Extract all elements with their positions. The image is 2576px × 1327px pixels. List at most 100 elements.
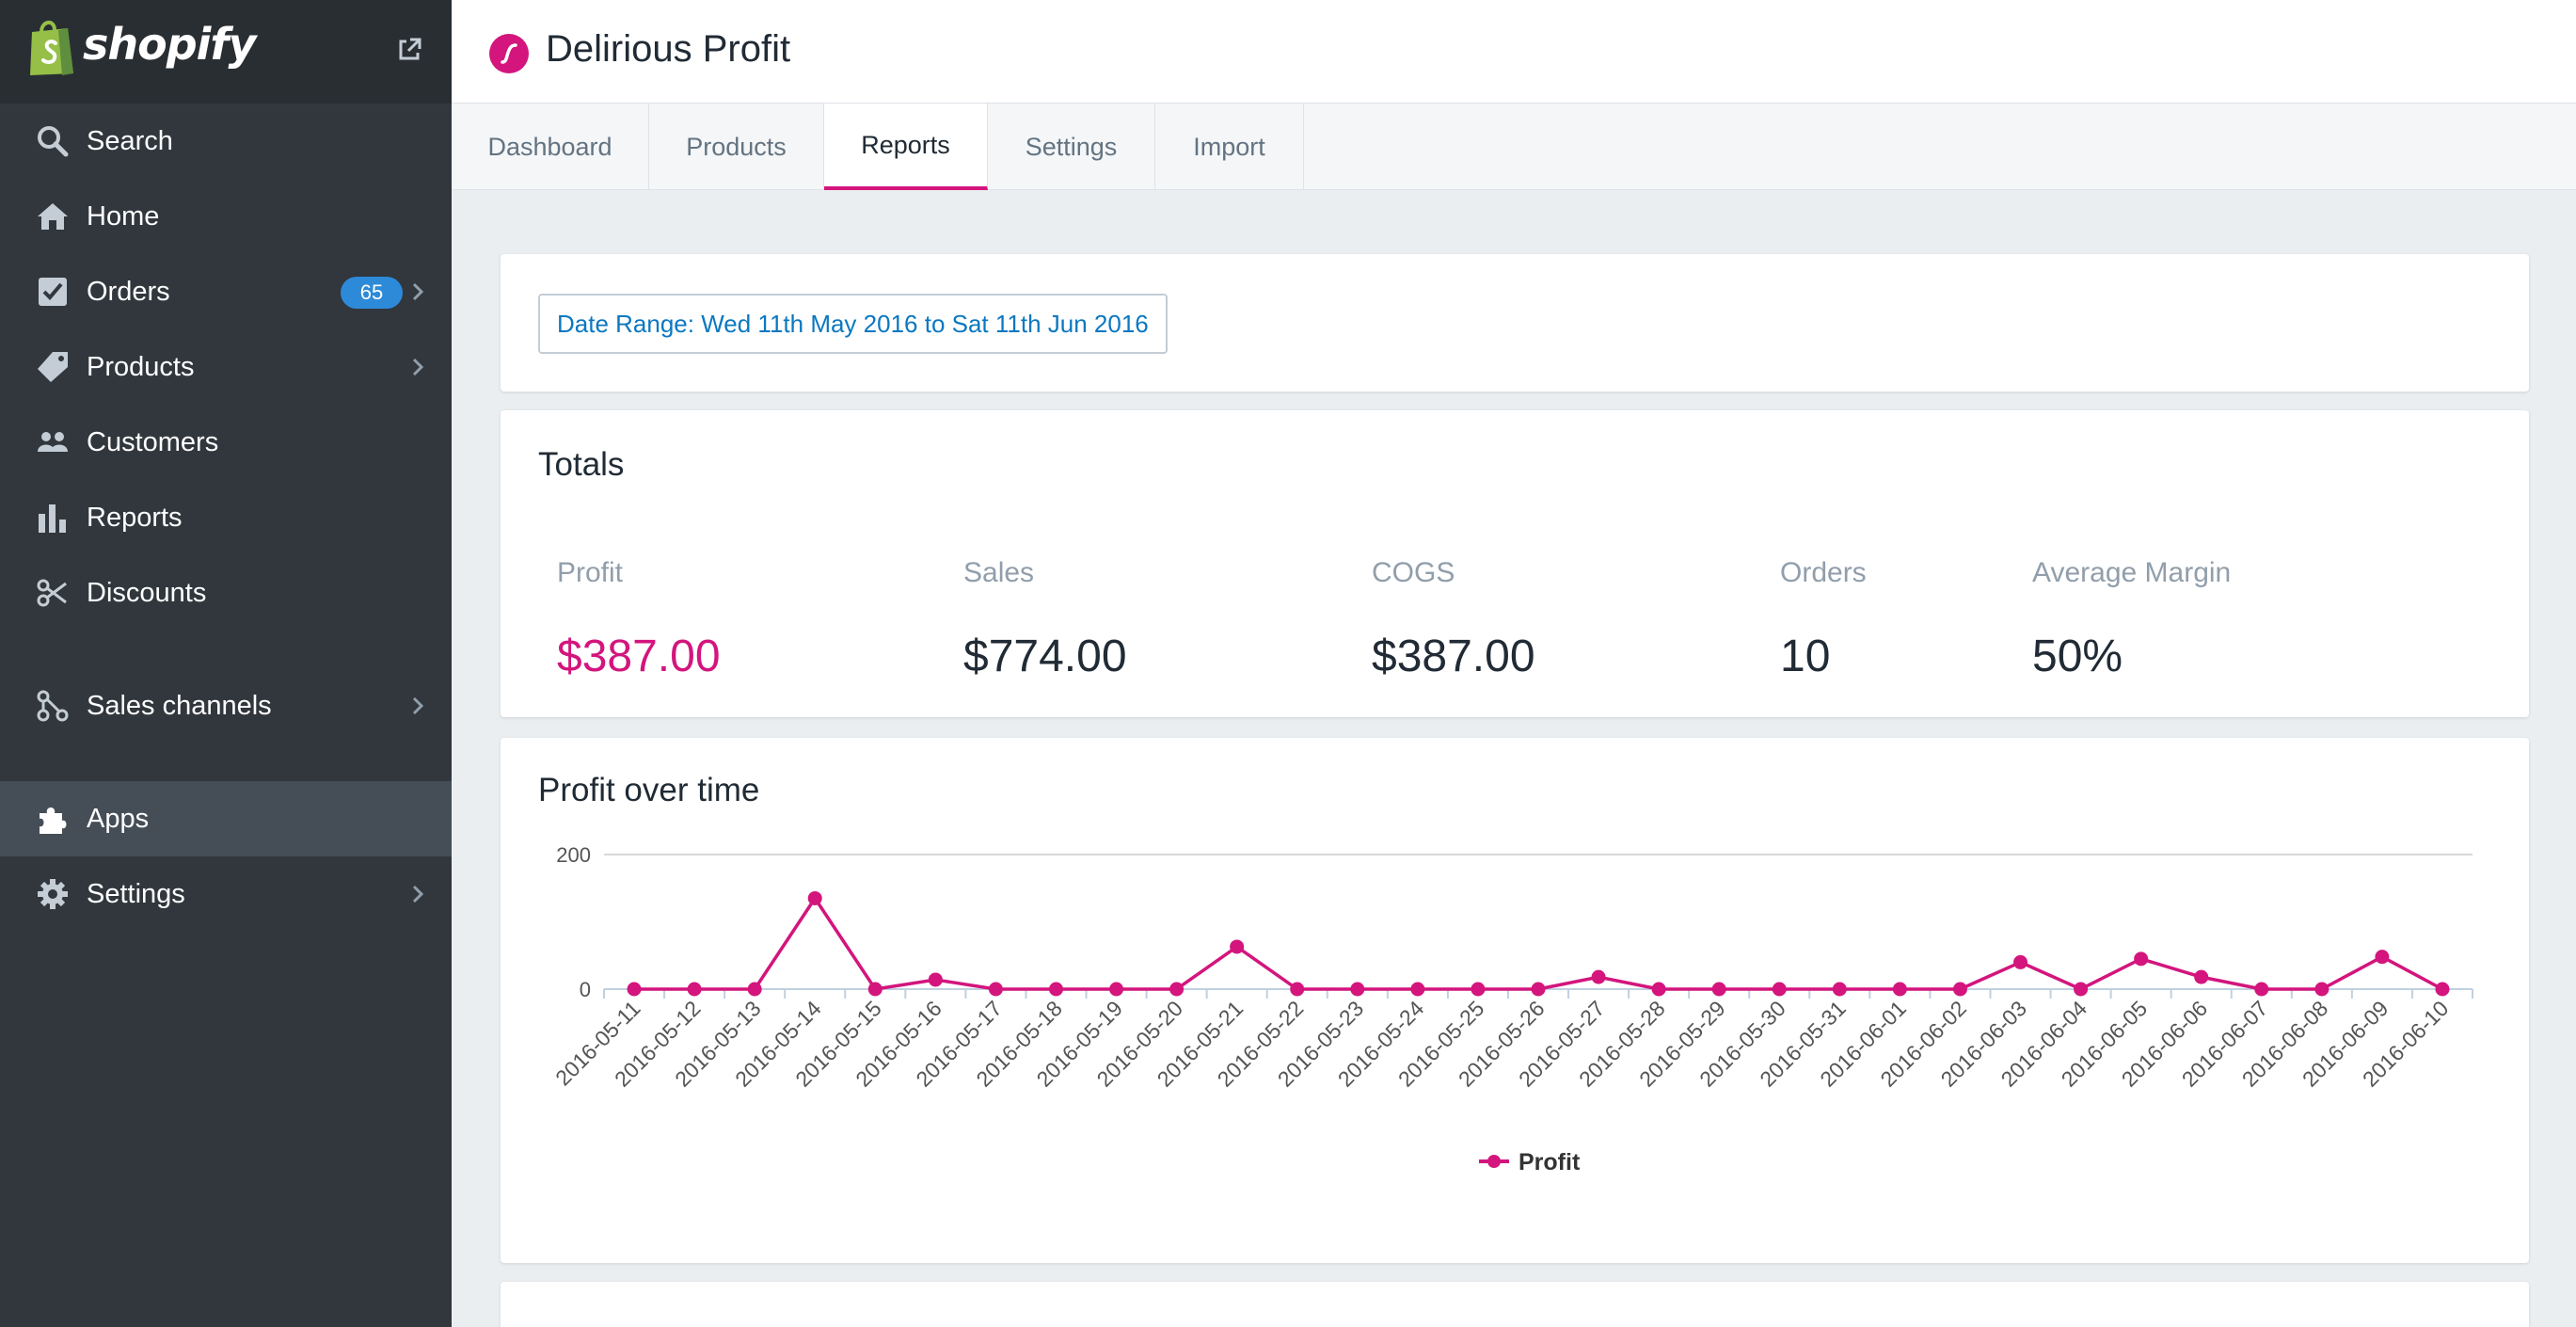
- sales-value: $774.00: [963, 632, 1127, 681]
- home-icon: [38, 203, 68, 230]
- data-point: [1651, 982, 1666, 997]
- tag-icon: [38, 352, 68, 382]
- sidebar-item-label: Search: [87, 125, 173, 156]
- chart-legend[interactable]: Profit: [1479, 1149, 1581, 1175]
- data-point: [1591, 969, 1606, 984]
- delirious-profit-app-icon: [489, 34, 529, 73]
- y-tick-label: 200: [556, 843, 591, 867]
- data-point: [1230, 939, 1245, 954]
- app-logo-icon: [501, 43, 517, 64]
- data-point: [2254, 982, 2269, 997]
- data-point: [1350, 982, 1365, 997]
- cogs-value: $387.00: [1372, 632, 1535, 681]
- tab-dashboard[interactable]: Dashboard: [452, 104, 649, 190]
- tab-bar: Dashboard Products Reports Settings Impo…: [452, 104, 2576, 190]
- sidebar-item-label: Orders: [87, 276, 170, 307]
- app-header: Delirious Profit: [452, 0, 2576, 104]
- sidebar-item-customers[interactable]: Customers: [0, 405, 452, 480]
- tab-products[interactable]: Products: [649, 104, 824, 190]
- data-point: [2074, 982, 2089, 997]
- reports-icon: [39, 504, 66, 533]
- tab-settings[interactable]: Settings: [988, 104, 1155, 190]
- orders-label: Orders: [1780, 557, 1867, 588]
- data-point: [1048, 982, 1063, 997]
- legend-label: Profit: [1519, 1149, 1581, 1175]
- chevron-right-icon: [412, 885, 424, 903]
- chevron-right-icon: [412, 696, 424, 715]
- y-axis-ticks: 0 200: [556, 843, 591, 1001]
- data-point: [807, 890, 822, 905]
- data-point: [1772, 982, 1787, 997]
- data-point: [1410, 982, 1425, 997]
- data-point: [2375, 950, 2390, 965]
- data-point: [1471, 982, 1486, 997]
- sidebar-item-label: Home: [87, 200, 160, 232]
- profit-label: Profit: [557, 557, 624, 588]
- data-point: [627, 982, 642, 997]
- sales-label: Sales: [963, 557, 1035, 588]
- search-icon: [38, 126, 69, 157]
- sidebar-item-reports[interactable]: Reports: [0, 480, 452, 555]
- sidebar-item-label: Products: [87, 351, 195, 382]
- date-range-button[interactable]: Date Range: Wed 11th May 2016 to Sat 11t…: [538, 294, 1168, 354]
- data-point: [1711, 982, 1726, 997]
- data-point: [1832, 982, 1847, 997]
- orders-count-badge: 65: [341, 277, 403, 309]
- data-point: [2194, 969, 2209, 984]
- page-title: Delirious Profit: [546, 28, 791, 70]
- cogs-label: COGS: [1372, 557, 1455, 588]
- profit-series-line: [634, 895, 2443, 991]
- data-point: [2134, 951, 2149, 967]
- sidebar-item-apps[interactable]: Apps: [0, 781, 452, 856]
- data-point: [2013, 954, 2028, 969]
- average-margin-label: Average Margin: [2032, 557, 2232, 588]
- chart-grid: [604, 854, 2473, 990]
- gear-icon: [38, 879, 68, 909]
- data-point: [1169, 982, 1185, 997]
- sidebar-item-label: Discounts: [87, 577, 207, 608]
- sidebar-item-products[interactable]: Products: [0, 329, 452, 405]
- data-point: [2314, 982, 2330, 997]
- data-point: [1531, 982, 1546, 997]
- tab-import[interactable]: Import: [1155, 104, 1304, 190]
- totals-title: Totals: [538, 446, 625, 483]
- data-point: [1290, 982, 1305, 997]
- shopify-bag-icon: [30, 21, 73, 75]
- chevron-right-icon: [412, 358, 424, 376]
- legend-marker: [1487, 1155, 1501, 1168]
- next-card: [501, 1282, 2529, 1327]
- customers-icon: [38, 432, 68, 452]
- sidebar-item-orders[interactable]: Orders 65: [0, 254, 452, 329]
- puzzle-icon: [40, 807, 67, 834]
- sidebar-header: shopify: [0, 0, 452, 104]
- data-point: [747, 982, 762, 997]
- sidebar-item-discounts[interactable]: Discounts: [0, 555, 452, 631]
- sidebar-item-sales-channels[interactable]: Sales channels: [0, 668, 452, 743]
- chevron-right-icon: [412, 282, 424, 301]
- discounts-icon: [37, 579, 67, 607]
- sidebar-item-label: Reports: [87, 502, 183, 533]
- external-link-icon[interactable]: [395, 36, 423, 64]
- shopify-logo-text: shopify: [83, 19, 256, 70]
- sidebar-item-home[interactable]: Home: [0, 179, 452, 254]
- y-tick-label: 0: [580, 978, 591, 1001]
- orders-icon: [39, 278, 67, 306]
- x-axis-ticks: 2016-05-112016-05-122016-05-132016-05-14…: [550, 989, 2473, 1092]
- profit-value: $387.00: [557, 632, 721, 681]
- profit-line-chart: 0 200 2016-05-112016-05-122016-05-132016-…: [550, 843, 2473, 1175]
- totals-card: Totals Profit $387.00 Sales $774.00 COGS…: [501, 410, 2529, 717]
- date-range-card: Date Range: Wed 11th May 2016 to Sat 11t…: [501, 254, 2529, 392]
- sidebar-item-label: Settings: [87, 878, 185, 909]
- data-point: [928, 972, 943, 987]
- sidebar-item-settings[interactable]: Settings: [0, 856, 452, 932]
- data-point: [1892, 982, 1907, 997]
- data-point: [687, 982, 702, 997]
- sidebar-item-search[interactable]: Search: [0, 104, 452, 179]
- profit-chart-card: Profit over time 0 200 2016-05-11 2016-05-…: [501, 738, 2529, 1263]
- chart-series: [627, 890, 2450, 997]
- tab-reports[interactable]: Reports: [824, 104, 988, 190]
- data-point: [1109, 982, 1124, 997]
- data-point: [988, 982, 1003, 997]
- data-point: [2435, 982, 2450, 997]
- sidebar-item-label: Apps: [87, 803, 150, 834]
